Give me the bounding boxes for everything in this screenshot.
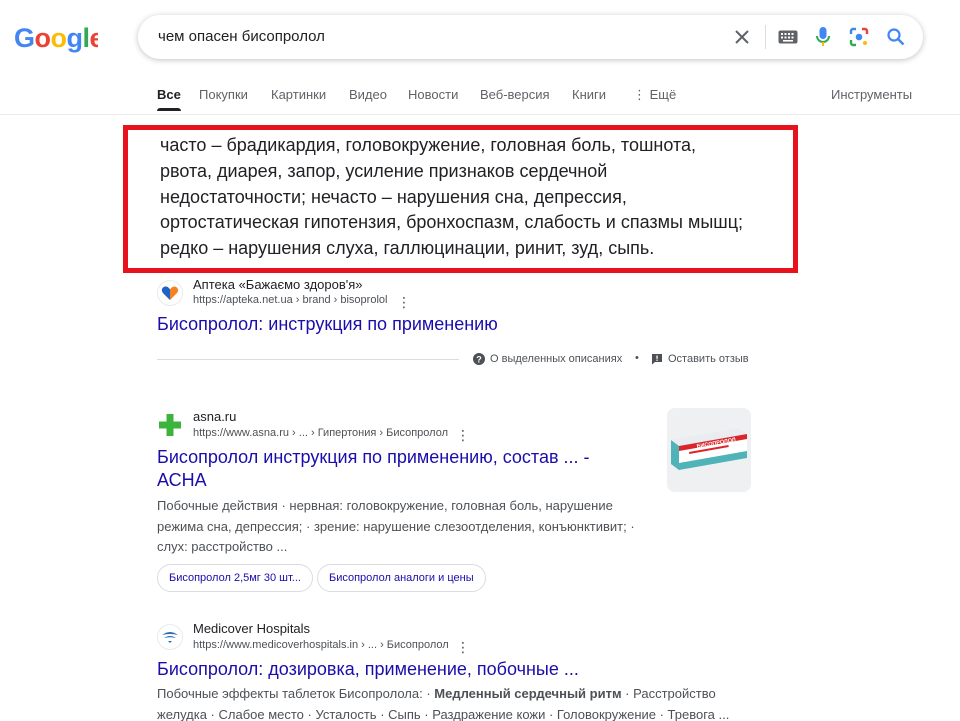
desc-text: Побочные эффекты таблеток Бисопролола: · xyxy=(157,686,435,701)
feedback-icon xyxy=(652,354,662,365)
feedback-label: Оставить отзыв xyxy=(668,353,749,365)
site-url[interactable]: https://apteka.net.ua › brand › bisoprol… xyxy=(193,294,387,306)
more-options-icon[interactable]: ⋮ xyxy=(397,295,411,309)
site-favicon-apteka xyxy=(157,280,183,306)
snippet-about-link[interactable]: ? О выделенных описаниях xyxy=(473,353,622,365)
search-box[interactable]: чем опасен бисопролол xyxy=(138,15,923,59)
more-vert-icon: ⋮ xyxy=(633,87,646,102)
tab-news[interactable]: Новости xyxy=(408,87,458,102)
search-icon[interactable] xyxy=(884,25,908,49)
desc-emphasis: Медленный сердечный ритм xyxy=(434,686,622,701)
tab-shopping[interactable]: Покупки xyxy=(199,87,248,102)
site-name[interactable]: Аптека «Бажаємо здоров'я» xyxy=(193,277,363,292)
desc-line: слух: расстройство ... xyxy=(157,539,288,554)
mic-icon[interactable] xyxy=(811,25,835,49)
tools-button[interactable]: Инструменты xyxy=(831,87,912,102)
desc-text: · Расстройство xyxy=(621,686,716,701)
related-chip[interactable]: Бисопролол аналоги и цены xyxy=(317,564,486,592)
svg-text:Google: Google xyxy=(14,24,98,53)
keyboard-icon[interactable] xyxy=(776,25,800,49)
lens-icon[interactable] xyxy=(847,25,871,49)
feedback-link[interactable]: Оставить отзыв xyxy=(651,353,749,365)
site-name[interactable]: asna.ru xyxy=(193,409,236,424)
tab-web[interactable]: Веб-версия xyxy=(480,87,550,102)
result-title[interactable]: Бисопролол: дозировка, применение, побоч… xyxy=(157,658,579,681)
site-name[interactable]: Medicover Hospitals xyxy=(193,621,310,636)
search-input[interactable]: чем опасен бисопролол xyxy=(158,28,325,45)
more-options-icon[interactable]: ⋮ xyxy=(456,428,470,442)
close-icon[interactable] xyxy=(730,25,754,49)
desc-line: Побочные эффекты таблеток Бисопролола: ·… xyxy=(157,684,737,705)
help-icon: ? xyxy=(473,353,485,365)
result-title-cont[interactable]: АСНА xyxy=(157,469,207,492)
tab-all[interactable]: Все xyxy=(157,87,181,111)
tab-more[interactable]: ⋮ Ещё xyxy=(633,87,676,103)
result-thumbnail[interactable]: БИСОПРОЛОЛ xyxy=(667,408,751,492)
result-description: Побочные эффекты таблеток Бисопролола: ·… xyxy=(157,684,737,721)
result-title[interactable]: Бисопролол: инструкция по применению xyxy=(157,313,498,336)
divider xyxy=(157,359,459,360)
tab-images[interactable]: Картинки xyxy=(271,87,326,102)
snippet-line: часто – брадикардия, головокружение, гол… xyxy=(160,135,697,155)
dot-separator: • xyxy=(635,352,639,364)
site-favicon-medicover xyxy=(157,624,183,650)
result-description: Побочные действия · нервная: головокруже… xyxy=(157,496,657,558)
snippet-line: недостаточности; нечасто – нарушения сна… xyxy=(160,186,627,207)
tab-more-label: Ещё xyxy=(649,87,677,102)
site-favicon-asna xyxy=(157,412,183,438)
google-logo[interactable]: Google xyxy=(14,24,98,54)
more-options-icon[interactable]: ⋮ xyxy=(456,640,470,654)
medicine-box-image: БИСОПРОЛОЛ xyxy=(667,408,751,492)
search-divider xyxy=(765,25,766,49)
snippet-line: рвота, диарея, запор, усиление признаков… xyxy=(160,160,608,181)
desc-line: режима сна, депрессия; · зрение: нарушен… xyxy=(157,518,635,534)
search-tabs: Все Покупки Картинки Видео Новости Веб-в… xyxy=(0,80,960,115)
tab-books[interactable]: Книги xyxy=(572,87,606,102)
desc-line: Побочные действия · нервная: головокруже… xyxy=(157,498,613,513)
site-url[interactable]: https://www.asna.ru › ... › Гипертония ›… xyxy=(193,427,448,439)
snippet-line: редко – нарушения слуха, галлюцинации, р… xyxy=(160,238,655,259)
svg-text:?: ? xyxy=(476,354,482,364)
related-chip[interactable]: Бисопролол 2,5мг 30 шт... xyxy=(157,564,313,592)
snippet-line: ортостатическая гипотензия, бронхоспазм,… xyxy=(160,212,744,233)
site-url[interactable]: https://www.medicoverhospitals.in › ... … xyxy=(193,639,449,651)
desc-line: желудка · Слабое место · Усталость · Сып… xyxy=(157,706,730,721)
about-snippets-label: О выделенных описаниях xyxy=(490,353,623,365)
tab-videos[interactable]: Видео xyxy=(349,87,387,102)
result-title[interactable]: Бисопролол инструкция по применению, сос… xyxy=(157,446,590,469)
highlight-box: часто – брадикардия, головокружение, гол… xyxy=(123,125,798,273)
featured-snippet: часто – брадикардия, головокружение, гол… xyxy=(160,133,780,262)
